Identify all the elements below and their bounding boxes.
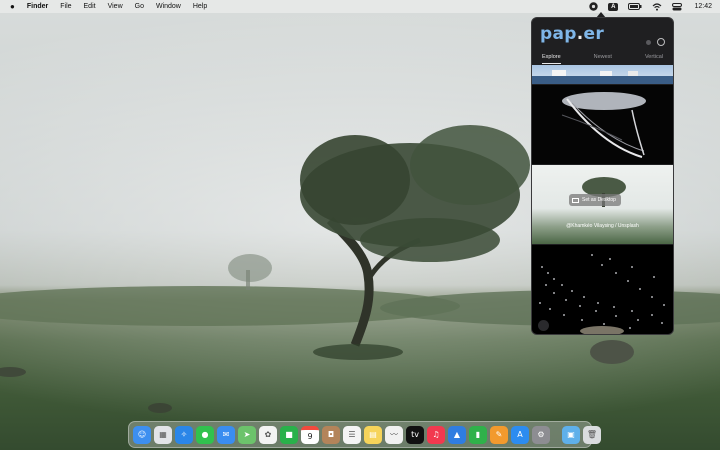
tab-vertical[interactable]: Vertical <box>645 51 663 64</box>
facetime-glyph: ■ <box>285 430 293 439</box>
maps-icon[interactable]: ➤ <box>238 425 256 444</box>
reminders-glyph: ☰ <box>348 430 356 439</box>
pages-icon[interactable]: ✎ <box>490 425 508 444</box>
tab-newest[interactable]: Newest <box>594 51 612 64</box>
system-settings-glyph: ⚙ <box>537 430 545 439</box>
finder-icon[interactable]: ☺ <box>133 425 151 444</box>
numbers-icon[interactable]: ▮ <box>469 425 487 444</box>
apple-menu-icon[interactable]: ● <box>0 0 21 13</box>
tv-icon[interactable]: tv <box>406 425 424 444</box>
mail-glyph: ✉ <box>222 430 230 439</box>
contacts-glyph: ◘ <box>327 430 335 439</box>
menu-bar: ● Finder File Edit View Go Window Help A… <box>0 0 720 13</box>
set-as-desktop-label: Set as Desktop <box>582 197 616 203</box>
keynote-icon[interactable]: ▲ <box>448 425 466 444</box>
keynote-glyph: ▲ <box>453 430 461 439</box>
photos-icon[interactable]: ✿ <box>259 425 277 444</box>
wallpaper-thumbnail[interactable] <box>532 245 673 334</box>
calendar-glyph: 9 <box>307 432 313 441</box>
more-icon[interactable] <box>538 320 549 331</box>
downloads-folder-glyph: ▣ <box>567 430 575 439</box>
menu-file[interactable]: File <box>54 0 77 13</box>
popover-tabs: Explore Newest Vertical <box>532 51 673 64</box>
wifi-icon[interactable] <box>652 2 662 11</box>
safari-glyph: ✧ <box>180 430 188 439</box>
maps-glyph: ➤ <box>243 430 251 439</box>
finder-glyph: ☺ <box>137 430 147 439</box>
calendar-icon[interactable]: 9 <box>301 425 319 444</box>
photos-glyph: ✿ <box>264 430 272 439</box>
paper-popover: pap.er Explore Newest Vertical Set as De… <box>531 17 674 335</box>
downloads-folder-icon[interactable]: ▣ <box>562 425 580 444</box>
display-icon <box>572 197 579 203</box>
launchpad-icon[interactable]: ▦ <box>154 425 172 444</box>
messages-glyph: ● <box>201 430 209 439</box>
messages-icon[interactable]: ● <box>196 425 214 444</box>
paper-status-icon[interactable] <box>589 2 598 11</box>
mail-icon[interactable]: ✉ <box>217 425 235 444</box>
launchpad-glyph: ▦ <box>159 430 167 439</box>
pages-glyph: ✎ <box>495 430 503 439</box>
trash-glyph: 🗑 <box>586 430 598 439</box>
gear-icon[interactable] <box>657 38 665 46</box>
numbers-glyph: ▮ <box>475 430 481 439</box>
notes-glyph: ▤ <box>369 430 377 439</box>
system-settings-icon[interactable]: ⚙ <box>532 425 550 444</box>
input-source-icon[interactable]: A <box>608 2 619 11</box>
info-icon[interactable] <box>646 39 651 45</box>
tv-glyph: tv <box>411 430 419 439</box>
freeform-icon[interactable]: 〰 <box>385 425 403 444</box>
paper-logo: pap.er <box>540 24 604 44</box>
photo-credit-link[interactable]: @Khamkéo Vilaysing / Unsplash <box>532 223 673 229</box>
app-store-icon[interactable]: A <box>511 425 529 444</box>
app-store-glyph: A <box>517 430 523 439</box>
menu-window[interactable]: Window <box>150 0 187 13</box>
safari-icon[interactable]: ✧ <box>175 425 193 444</box>
freeform-glyph: 〰 <box>390 430 398 439</box>
input-source-label: A <box>608 2 619 11</box>
control-center-icon[interactable] <box>672 2 683 11</box>
popover-header: pap.er <box>532 18 673 51</box>
logo-part: pap <box>540 24 577 44</box>
facetime-icon[interactable]: ■ <box>280 425 298 444</box>
wallpaper-thumbnail[interactable] <box>532 65 673 84</box>
wallpaper-thumbnail[interactable] <box>532 85 673 164</box>
dock: ☺ ▦ ✧ ● ✉ ➤ ✿ ■ 9 ◘ ☰ ▤ 〰 tv ♫ ▲ ▮ ✎ A ⚙ ▣ 🗑 <box>128 421 601 448</box>
contacts-icon[interactable]: ◘ <box>322 425 340 444</box>
app-menu-finder[interactable]: Finder <box>21 0 54 13</box>
menu-edit[interactable]: Edit <box>78 0 102 13</box>
trash-icon[interactable]: 🗑 <box>583 425 601 444</box>
music-glyph: ♫ <box>432 430 440 439</box>
menu-go[interactable]: Go <box>129 0 150 13</box>
set-as-desktop-button[interactable]: Set as Desktop <box>569 194 621 206</box>
tab-explore[interactable]: Explore <box>542 51 561 64</box>
menu-help[interactable]: Help <box>187 0 213 13</box>
notes-icon[interactable]: ▤ <box>364 425 382 444</box>
battery-icon[interactable] <box>628 3 642 10</box>
music-icon[interactable]: ♫ <box>427 425 445 444</box>
reminders-icon[interactable]: ☰ <box>343 425 361 444</box>
menu-view[interactable]: View <box>102 0 129 13</box>
logo-part: er <box>583 24 604 44</box>
menubar-clock[interactable]: 12:42 <box>694 3 712 10</box>
wallpaper-thumbnail[interactable]: Set as Desktop @Khamkéo Vilaysing / Unsp… <box>532 165 673 244</box>
